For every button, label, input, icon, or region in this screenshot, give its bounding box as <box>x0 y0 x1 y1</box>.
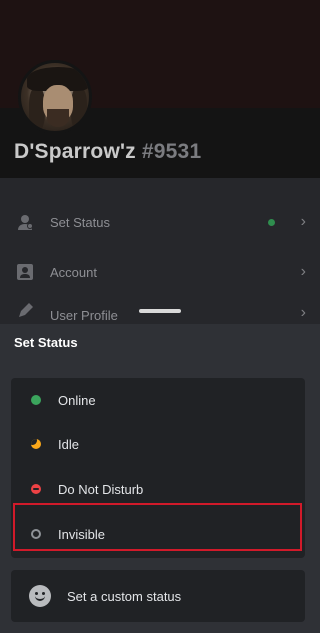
settings-item-label: User Profile <box>50 308 118 323</box>
status-options-card: Online Idle Do Not Disturb Invisible <box>11 378 305 558</box>
avatar[interactable] <box>18 60 92 134</box>
chevron-right-icon: › <box>300 263 306 280</box>
set-status-sheet: Set Status Online Idle Do Not Disturb In… <box>0 324 320 633</box>
settings-list: Set Status › Account › User Profile › <box>0 178 320 338</box>
highlight-annotation <box>13 503 302 551</box>
online-dot-icon <box>268 218 275 226</box>
chevron-right-icon: › <box>300 213 306 230</box>
status-option-online[interactable]: Online <box>11 378 305 422</box>
sheet-drag-handle[interactable] <box>139 309 181 313</box>
custom-status-label: Set a custom status <box>67 589 182 604</box>
chevron-right-icon: › <box>300 304 306 321</box>
username-name: D'Sparrow'z <box>14 140 136 163</box>
username-tag: #9531 <box>141 140 202 163</box>
pencil-icon <box>16 302 34 320</box>
settings-item-label: Set Status <box>50 214 110 230</box>
status-option-label: Online <box>58 392 96 408</box>
avatar-hair <box>71 87 87 131</box>
settings-item-label: Account <box>50 264 97 280</box>
custom-status-button[interactable]: Set a custom status <box>11 570 305 622</box>
online-dot-icon <box>31 395 41 405</box>
username: D'Sparrow'z #9531 <box>14 140 201 164</box>
user-status-icon <box>16 213 34 231</box>
dnd-icon <box>31 484 41 494</box>
smiley-icon <box>29 585 51 607</box>
avatar-beard <box>47 109 69 127</box>
account-icon <box>16 263 34 281</box>
status-option-label: Idle <box>58 436 79 452</box>
settings-item-account[interactable]: Account › <box>0 250 320 294</box>
sheet-title: Set Status <box>14 335 78 350</box>
idle-moon-icon <box>31 439 41 449</box>
settings-item-set-status[interactable]: Set Status › <box>0 200 320 244</box>
status-option-idle[interactable]: Idle <box>11 422 305 466</box>
status-option-label: Do Not Disturb <box>58 481 144 497</box>
